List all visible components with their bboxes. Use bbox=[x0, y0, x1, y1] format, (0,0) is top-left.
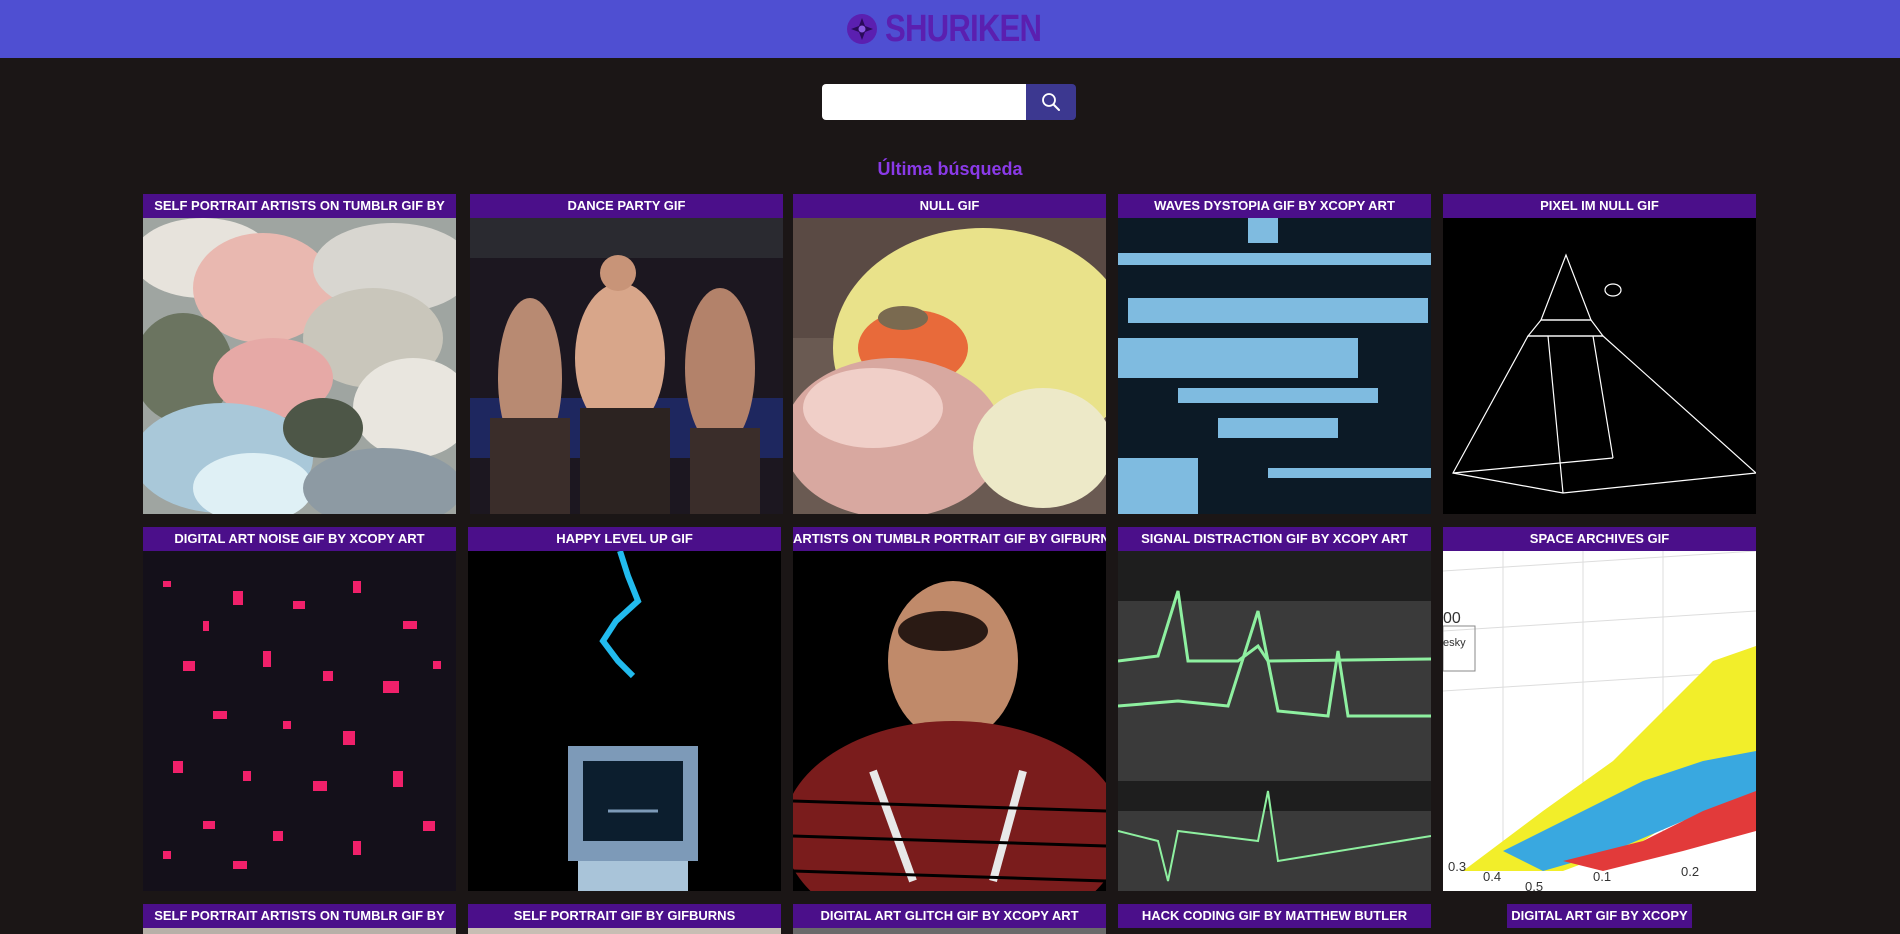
gif-thumbnail[interactable] bbox=[1443, 218, 1756, 514]
gif-title: DIGITAL ART GLITCH GIF BY XCOPY ART bbox=[793, 904, 1106, 928]
search-input[interactable] bbox=[822, 84, 1026, 120]
gif-card[interactable]: SIGNAL DISTRACTION GIF BY XCOPY ART bbox=[1118, 527, 1431, 891]
gif-thumbnail[interactable] bbox=[143, 928, 456, 934]
gif-card[interactable]: PIXEL IM NULL GIF bbox=[1443, 194, 1756, 514]
section-title: Última búsqueda bbox=[877, 159, 1023, 179]
gif-title: PIXEL IM NULL GIF bbox=[1443, 194, 1756, 218]
axis-tick: 0.2 bbox=[1681, 864, 1699, 879]
gif-title: SIGNAL DISTRACTION GIF BY XCOPY ART bbox=[1118, 527, 1431, 551]
gif-card[interactable]: NULL GIF bbox=[793, 194, 1106, 514]
brand-name: SHURIKEN bbox=[884, 8, 1042, 50]
gif-title: DIGITAL ART GIF BY XCOPY bbox=[1507, 904, 1692, 928]
gif-card[interactable]: SPACE ARCHIVES GIF 00 esky 0.3 0.4 0.5 0… bbox=[1443, 527, 1756, 891]
top-bar: SHURIKEN bbox=[0, 0, 1900, 58]
gif-title: WAVES DYSTOPIA GIF BY XCOPY ART bbox=[1118, 194, 1431, 218]
gif-card[interactable]: WAVES DYSTOPIA GIF BY XCOPY ART bbox=[1118, 194, 1431, 514]
gif-thumbnail[interactable] bbox=[1118, 928, 1431, 934]
search-button[interactable] bbox=[1026, 84, 1076, 120]
gif-thumbnail[interactable] bbox=[470, 218, 783, 514]
gif-title: SPACE ARCHIVES GIF bbox=[1443, 527, 1756, 551]
gif-card[interactable]: SELF PORTRAIT GIF BY GIFBURNS bbox=[468, 904, 781, 934]
axis-tick: 0.3 bbox=[1448, 859, 1466, 874]
search-bar bbox=[822, 84, 1076, 120]
search-icon bbox=[1042, 93, 1060, 111]
axis-label: 00 bbox=[1443, 610, 1461, 627]
gif-card[interactable]: HAPPY LEVEL UP GIF bbox=[468, 527, 781, 891]
gif-thumbnail[interactable] bbox=[1118, 218, 1431, 514]
gif-thumbnail[interactable] bbox=[468, 928, 781, 934]
gif-card[interactable]: DIGITAL ART NOISE GIF BY XCOPY ART bbox=[143, 527, 456, 891]
gif-title: ARTISTS ON TUMBLR PORTRAIT GIF BY GIFBUR… bbox=[793, 527, 1106, 551]
gif-thumbnail[interactable]: 00 esky 0.3 0.4 0.5 0.2 0.1 bbox=[1443, 551, 1756, 891]
gif-card[interactable]: SELF PORTRAIT ARTISTS ON TUMBLR GIF BY bbox=[143, 904, 456, 934]
gif-thumbnail[interactable] bbox=[143, 218, 456, 514]
gif-title: SELF PORTRAIT ARTISTS ON TUMBLR GIF BY bbox=[143, 904, 456, 928]
gif-card[interactable]: DIGITAL ART GIF BY XCOPY bbox=[1443, 904, 1756, 933]
gif-card[interactable]: SELF PORTRAIT ARTISTS ON TUMBLR GIF BY bbox=[143, 194, 456, 514]
gif-thumbnail[interactable] bbox=[793, 928, 1106, 934]
axis-tick: 0.5 bbox=[1525, 879, 1543, 891]
gif-title: HACK CODING GIF BY MATTHEW BUTLER bbox=[1118, 904, 1431, 928]
gif-thumbnail[interactable] bbox=[793, 551, 1106, 891]
gif-thumbnail[interactable] bbox=[793, 218, 1106, 514]
gif-title: DIGITAL ART NOISE GIF BY XCOPY ART bbox=[143, 527, 456, 551]
axis-label: esky bbox=[1443, 637, 1466, 649]
gif-card[interactable]: DIGITAL ART GLITCH GIF BY XCOPY ART bbox=[793, 904, 1106, 934]
gif-title: NULL GIF bbox=[793, 194, 1106, 218]
gif-title: SELF PORTRAIT GIF BY GIFBURNS bbox=[468, 904, 781, 928]
gif-title: SELF PORTRAIT ARTISTS ON TUMBLR GIF BY bbox=[143, 194, 456, 218]
gif-title: DANCE PARTY GIF bbox=[470, 194, 783, 218]
gif-thumbnail[interactable] bbox=[143, 551, 456, 891]
gif-thumbnail[interactable] bbox=[1118, 551, 1431, 891]
shuriken-logo-icon bbox=[846, 14, 877, 44]
logo[interactable]: SHURIKEN bbox=[845, 10, 1055, 48]
gif-card[interactable]: ARTISTS ON TUMBLR PORTRAIT GIF BY GIFBUR… bbox=[793, 527, 1106, 891]
gif-card[interactable]: HACK CODING GIF BY MATTHEW BUTLER bbox=[1118, 904, 1431, 934]
gif-title: HAPPY LEVEL UP GIF bbox=[468, 527, 781, 551]
gif-thumbnail[interactable] bbox=[468, 551, 781, 891]
axis-tick: 0.4 bbox=[1483, 869, 1501, 884]
gif-card[interactable]: DANCE PARTY GIF bbox=[470, 194, 783, 514]
axis-tick: 0.1 bbox=[1593, 869, 1611, 884]
